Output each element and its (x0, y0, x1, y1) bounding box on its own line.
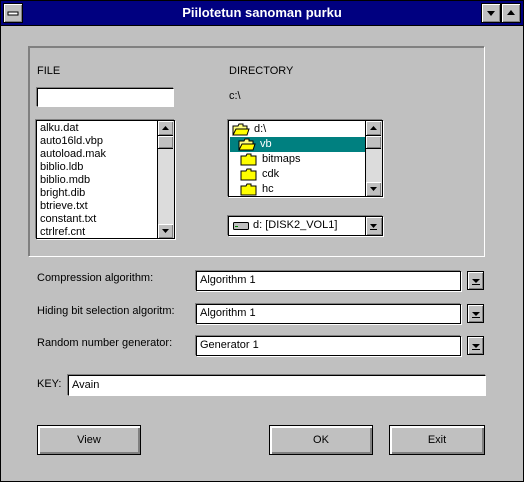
hiding-select[interactable]: Algorithm 1 (196, 304, 461, 324)
file-label: FILE (37, 65, 61, 77)
compression-select-value: Algorithm 1 (200, 274, 256, 286)
dialog-window: Piilotetun sanoman purku FILE alku.dat a… (0, 0, 524, 482)
file-name-input[interactable] (37, 88, 174, 107)
drive-dropdown-button[interactable] (365, 217, 382, 235)
ok-button[interactable]: OK (269, 425, 373, 455)
dropdown-arrow-icon (472, 312, 480, 318)
drive-select-value: d: [DISK2_VOL1] (253, 219, 338, 231)
scroll-thumb[interactable] (158, 135, 173, 149)
list-item[interactable]: bright.dib (40, 187, 85, 200)
directory-item-label: bitmaps (262, 153, 301, 165)
list-item[interactable]: biblio.mdb (40, 174, 90, 187)
arrow-down-icon (162, 229, 169, 233)
hiding-select-value: Algorithm 1 (200, 307, 256, 319)
dropdown-arrow-icon (472, 279, 480, 285)
file-list-scrollbar[interactable] (157, 121, 174, 238)
list-item[interactable]: alku.dat (40, 122, 79, 135)
compression-label: Compression algorithm: (37, 272, 154, 284)
directory-list-scrollbar[interactable] (365, 121, 382, 196)
drive-icon (233, 222, 249, 230)
list-item[interactable]: btrieve.txt (40, 200, 88, 213)
folder-icon (240, 153, 257, 166)
title-bar[interactable]: Piilotetun sanoman purku (1, 1, 523, 26)
directory-item-label: cdk (262, 168, 280, 180)
current-path: c:\ (229, 90, 241, 102)
directory-item-label: hc (262, 183, 274, 195)
open-folder-icon (232, 123, 250, 136)
compression-dropdown-button[interactable] (467, 271, 484, 290)
list-item[interactable]: ctrlref.cnt (40, 226, 85, 239)
list-item[interactable]: auto16ld.vbp (40, 135, 103, 148)
key-label: KEY: (37, 378, 62, 390)
arrow-up-icon (162, 126, 169, 130)
dropdown-arrow-icon (472, 344, 480, 350)
view-button[interactable]: View (37, 425, 141, 455)
list-item[interactable]: constant.txt (40, 213, 96, 226)
maximize-button[interactable] (501, 3, 521, 23)
scroll-up-button[interactable] (158, 121, 173, 135)
scroll-up-button[interactable] (366, 121, 381, 135)
random-label: Random number generator: (37, 337, 173, 349)
dropdown-arrow-icon (370, 224, 377, 230)
directory-item-label: d:\ (254, 123, 267, 135)
directory-item-label: vb (258, 137, 274, 152)
exit-button[interactable]: Exit (389, 425, 485, 455)
drive-select[interactable]: d: [DISK2_VOL1] (228, 216, 383, 236)
random-select-value: Generator 1 (200, 339, 259, 351)
list-item[interactable]: autoload.mak (40, 148, 106, 161)
arrow-down-icon (370, 187, 377, 191)
file-list[interactable]: alku.dat auto16ld.vbp autoload.mak bibli… (36, 120, 175, 239)
hiding-label: Hiding bit selection algoritm: (37, 305, 175, 317)
scroll-thumb[interactable] (366, 135, 381, 149)
directory-label: DIRECTORY (229, 65, 294, 77)
scroll-down-button[interactable] (366, 182, 381, 196)
directory-item-vb[interactable]: vb (230, 137, 365, 152)
scroll-down-button[interactable] (158, 224, 173, 238)
directory-list[interactable]: d:\ vb bitmaps cdk hc (228, 120, 383, 197)
open-folder-icon (238, 138, 256, 151)
key-input[interactable]: Avain (68, 375, 486, 396)
random-select[interactable]: Generator 1 (196, 336, 461, 356)
minimize-button[interactable] (481, 3, 501, 23)
minimize-icon (487, 11, 495, 16)
compression-select[interactable]: Algorithm 1 (196, 271, 461, 291)
window-title: Piilotetun sanoman purku (182, 5, 342, 20)
arrow-up-icon (370, 126, 377, 130)
folder-icon (240, 183, 257, 196)
random-dropdown-button[interactable] (467, 336, 484, 355)
hiding-dropdown-button[interactable] (467, 304, 484, 323)
list-item[interactable]: biblio.ldb (40, 161, 83, 174)
maximize-icon (507, 10, 515, 15)
folder-icon (240, 168, 257, 181)
